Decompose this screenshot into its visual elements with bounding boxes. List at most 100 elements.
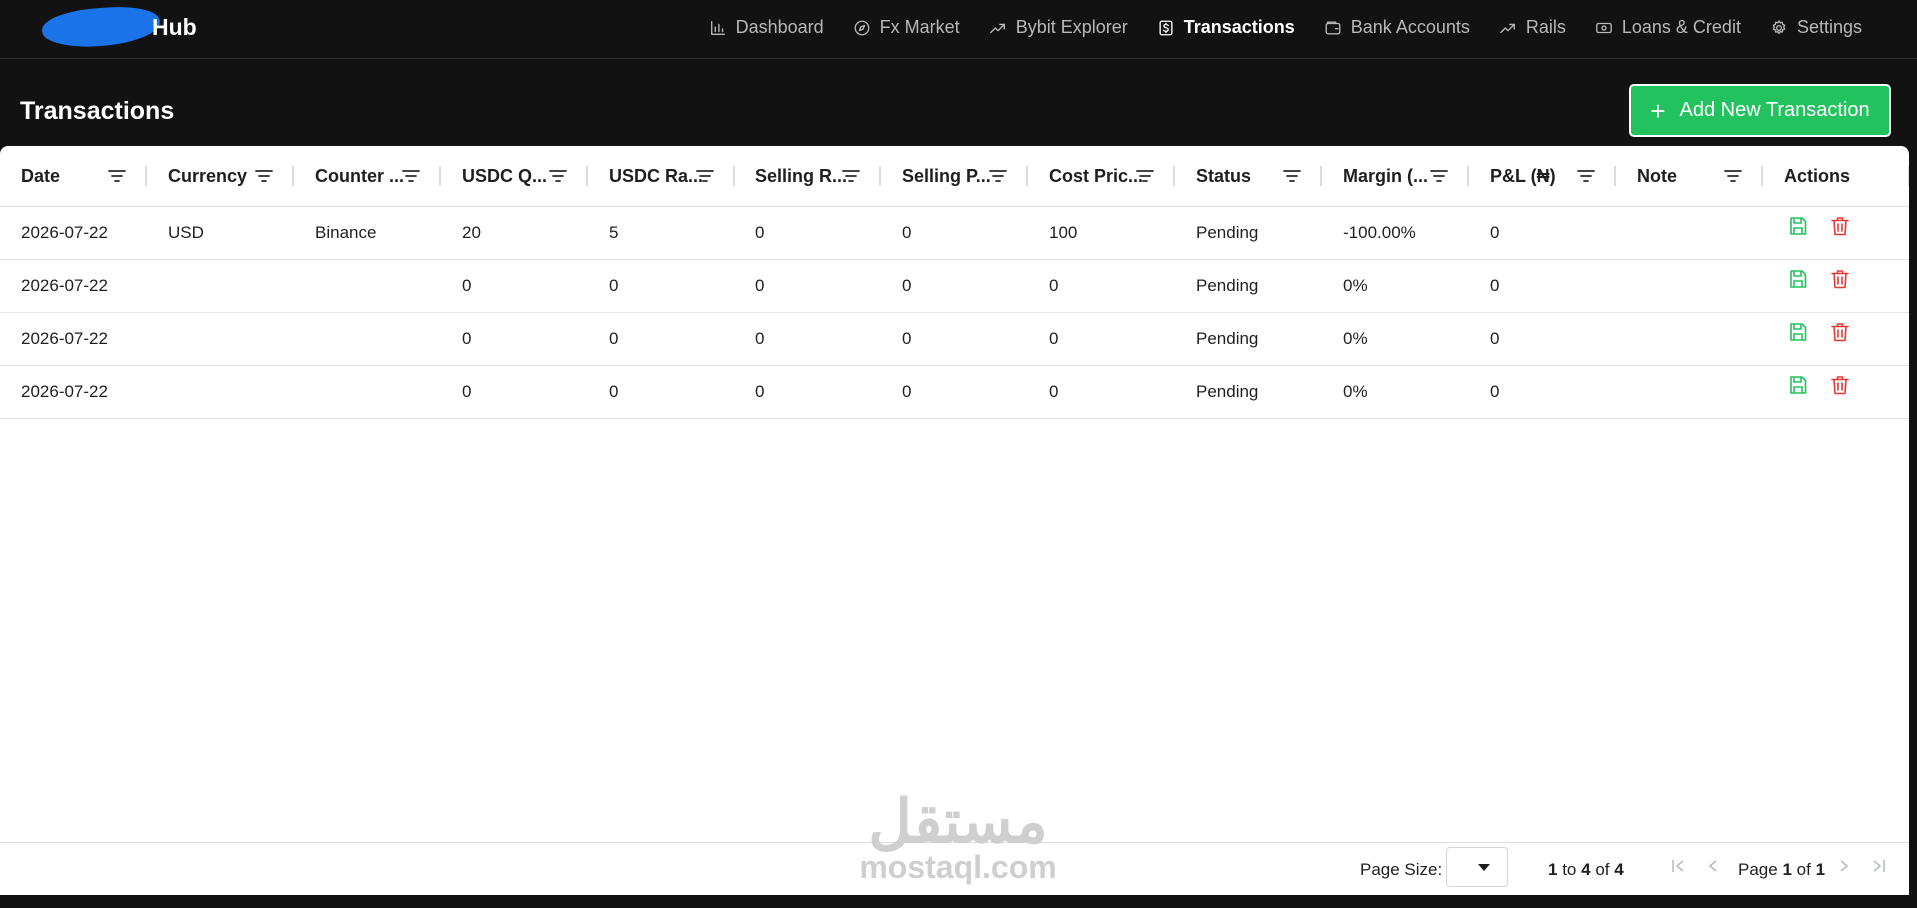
add-new-transaction-label: Add New Transaction xyxy=(1679,99,1870,121)
range-to-word: to xyxy=(1562,860,1577,879)
table-cell[interactable]: -100.00% xyxy=(1322,207,1469,259)
add-new-transaction-button[interactable]: + Add New Transaction xyxy=(1629,84,1891,137)
table-cell[interactable]: Pending xyxy=(1175,366,1322,418)
first-page-icon[interactable] xyxy=(1668,856,1688,876)
table-cell[interactable]: 0% xyxy=(1322,313,1469,365)
filter-icon[interactable] xyxy=(108,168,126,184)
table-cell[interactable]: Pending xyxy=(1175,207,1322,259)
nav-item-fx-market[interactable]: Fx Market xyxy=(853,17,960,38)
table-cell[interactable]: 0 xyxy=(734,313,881,365)
nav-item-label: Settings xyxy=(1796,17,1862,37)
nav-item-dashboard[interactable]: Dashboard xyxy=(709,17,824,38)
table-cell[interactable]: 2026-07-22 xyxy=(0,207,147,259)
previous-page-icon[interactable] xyxy=(1703,856,1723,876)
column-header-label: Currency xyxy=(168,166,248,186)
table-cell[interactable]: 0 xyxy=(588,366,735,418)
table-cell[interactable]: 0 xyxy=(1028,366,1175,418)
grid-pagination-panel: Page Size: 1 to 4 of 4 Page 1 of 1 xyxy=(0,842,1909,895)
table-cell[interactable] xyxy=(1616,313,1763,365)
trash-icon[interactable] xyxy=(1829,374,1851,396)
table-cell[interactable]: 0 xyxy=(1469,366,1616,418)
table-cell[interactable]: 0 xyxy=(588,313,735,365)
table-cell[interactable]: 2026-07-22 xyxy=(0,260,147,312)
top-navbar: Hub Dashboard Fx Market Bybit Explorer Tran… xyxy=(0,0,1917,59)
table-cell[interactable]: Binance xyxy=(294,207,441,259)
table-cell[interactable]: 0 xyxy=(734,207,881,259)
filter-icon[interactable] xyxy=(1577,168,1595,184)
transactions-grid: Date Currency Counter ... USDC Q... USDC Ra.… xyxy=(0,146,1909,895)
table-cell[interactable] xyxy=(147,260,294,312)
filter-icon[interactable] xyxy=(402,168,420,184)
filter-icon[interactable] xyxy=(1136,168,1154,184)
table-cell[interactable]: USD xyxy=(147,207,294,259)
table-cell[interactable]: 0 xyxy=(1028,313,1175,365)
table-cell[interactable]: Pending xyxy=(1175,313,1322,365)
table-cell[interactable] xyxy=(294,260,441,312)
table-cell[interactable] xyxy=(294,366,441,418)
table-cell[interactable] xyxy=(147,313,294,365)
table-cell[interactable]: 0 xyxy=(1469,207,1616,259)
table-row[interactable]: 2026-07-22 USD Binance 20 5 0 0 100 Pending -100.… xyxy=(0,207,1909,260)
column-header-12[interactable]: Actions xyxy=(1763,146,1909,207)
table-cell[interactable]: 0 xyxy=(881,366,1028,418)
nav-item-settings[interactable]: Settings xyxy=(1770,17,1862,38)
table-cell[interactable]: 0% xyxy=(1322,366,1469,418)
filter-icon[interactable] xyxy=(696,168,714,184)
table-cell[interactable]: 20 xyxy=(441,207,588,259)
table-cell[interactable] xyxy=(1616,366,1763,418)
filter-icon[interactable] xyxy=(1430,168,1448,184)
table-cell[interactable]: 0 xyxy=(1028,260,1175,312)
trash-icon[interactable] xyxy=(1829,215,1851,237)
table-row[interactable]: 2026-07-22 0 0 0 0 0 Pending 0% 0 xyxy=(0,260,1909,313)
page-size-select[interactable] xyxy=(1446,847,1508,887)
table-cell[interactable]: 0 xyxy=(441,366,588,418)
table-cell[interactable]: 0 xyxy=(881,313,1028,365)
table-cell[interactable]: 5 xyxy=(588,207,735,259)
nav-item-label: Fx Market xyxy=(879,17,960,37)
table-cell[interactable]: 0 xyxy=(441,260,588,312)
app-logo[interactable]: Hub xyxy=(40,3,210,51)
nav-item-rails[interactable]: Rails xyxy=(1499,17,1566,38)
table-cell[interactable]: 0 xyxy=(734,260,881,312)
table-cell[interactable]: 0 xyxy=(1469,260,1616,312)
save-icon[interactable] xyxy=(1787,215,1809,237)
filter-icon[interactable] xyxy=(1724,168,1742,184)
column-resize-handle[interactable] xyxy=(1908,166,1909,186)
trash-icon[interactable] xyxy=(1829,321,1851,343)
table-cell[interactable]: 2026-07-22 xyxy=(0,366,147,418)
column-header-label: Cost Pric... xyxy=(1049,166,1144,186)
save-icon[interactable] xyxy=(1787,268,1809,290)
filter-icon[interactable] xyxy=(255,168,273,184)
table-cell[interactable]: 0 xyxy=(881,260,1028,312)
filter-icon[interactable] xyxy=(842,168,860,184)
nav-item-label: Bank Accounts xyxy=(1350,17,1470,37)
table-cell[interactable]: 0 xyxy=(1469,313,1616,365)
next-page-icon[interactable] xyxy=(1834,856,1854,876)
table-row[interactable]: 2026-07-22 0 0 0 0 0 Pending 0% 0 xyxy=(0,313,1909,366)
last-page-icon[interactable] xyxy=(1869,856,1889,876)
filter-icon[interactable] xyxy=(989,168,1007,184)
table-cell[interactable]: 0 xyxy=(588,260,735,312)
table-cell[interactable]: 0% xyxy=(1322,260,1469,312)
filter-icon[interactable] xyxy=(1283,168,1301,184)
table-cell[interactable]: 100 xyxy=(1028,207,1175,259)
table-cell[interactable]: 0 xyxy=(441,313,588,365)
trash-icon[interactable] xyxy=(1829,268,1851,290)
range-of-word: of xyxy=(1595,860,1610,879)
table-cell[interactable] xyxy=(1616,207,1763,259)
table-cell[interactable]: 2026-07-22 xyxy=(0,313,147,365)
nav-item-bybit-explorer[interactable]: Bybit Explorer xyxy=(989,17,1128,38)
nav-item-transactions[interactable]: Transactions xyxy=(1157,17,1295,38)
nav-item-loans-credit[interactable]: Loans & Credit xyxy=(1595,17,1741,38)
table-row[interactable]: 2026-07-22 0 0 0 0 0 Pending 0% 0 xyxy=(0,366,1909,419)
table-cell[interactable] xyxy=(147,366,294,418)
table-cell[interactable]: 0 xyxy=(734,366,881,418)
save-icon[interactable] xyxy=(1787,374,1809,396)
table-cell[interactable] xyxy=(1616,260,1763,312)
nav-item-bank-accounts[interactable]: Bank Accounts xyxy=(1324,17,1470,38)
filter-icon[interactable] xyxy=(549,168,567,184)
save-icon[interactable] xyxy=(1787,321,1809,343)
table-cell[interactable]: Pending xyxy=(1175,260,1322,312)
table-cell[interactable]: 0 xyxy=(881,207,1028,259)
table-cell[interactable] xyxy=(294,313,441,365)
